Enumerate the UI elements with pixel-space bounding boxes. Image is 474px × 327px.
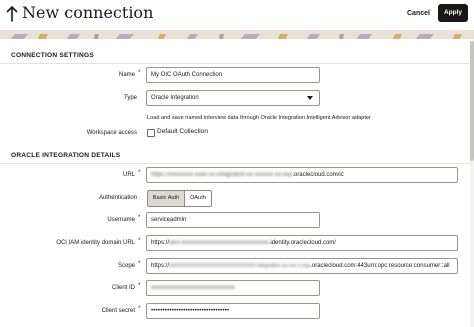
decorative-banner: [0, 30, 474, 39]
oci-iam-url-label: OCI IAM identity domain URL: [56, 240, 135, 246]
client-id-input[interactable]: xxxxxxxxxxxxxxxxxxxxxxxxxxxx: [146, 280, 320, 296]
scope-label: Scope: [117, 263, 135, 269]
chevron-down-icon: [307, 96, 313, 100]
scope-input[interactable]: https://XXXXXXXXXXXXXXXXXXXXXXXXXX.integ…: [146, 258, 458, 274]
scope-suffix: .oraclecloud.com:443urn:opc:resource:con…: [310, 263, 450, 269]
url-label: URL: [122, 172, 135, 178]
type-help-text: Load and save named interview data throu…: [147, 115, 371, 121]
divider: [0, 63, 470, 64]
scope-masked: XXXXXXXXXXXXXXXXXXXXXXXXXX.integration.u…: [169, 263, 311, 269]
authentication-label: Authentication: [98, 195, 137, 201]
client-secret-input[interactable]: ••••••••••••••••••••••••••••••••••: [146, 303, 320, 319]
auth-option-oauth[interactable]: OAuth: [184, 190, 212, 207]
top-bar: New connection Cancel Apply: [0, 0, 474, 31]
section-heading-oracle-integration-details: ORACLE INTEGRATION DETAILS: [11, 152, 121, 159]
section-heading-connection-settings: CONNECTION SETTINGS: [11, 52, 94, 59]
apply-button[interactable]: Apply: [438, 4, 468, 22]
oci-iam-url-suffix: .identity.oraclecloud.com/: [268, 240, 336, 246]
username-label: Username: [107, 217, 135, 223]
client-secret-label: Client secret: [101, 308, 135, 314]
url-masked-value: https://xxxxxxxx-xxxx-xx-integration-xx-…: [151, 172, 293, 178]
required-marker: *: [138, 283, 141, 289]
required-marker: *: [138, 261, 141, 267]
scope-prefix: https://: [151, 263, 170, 269]
required-marker: *: [138, 70, 141, 76]
page-title: New connection: [22, 3, 154, 22]
required-marker: *: [138, 215, 141, 221]
type-label: Type: [123, 95, 137, 101]
username-input[interactable]: serviceadmin: [146, 212, 320, 228]
required-marker: *: [138, 306, 141, 312]
client-id-masked: xxxxxxxxxxxxxxxxxxxxxxxxxxxx: [151, 285, 235, 291]
scrollbar-thumb[interactable]: [470, 41, 474, 161]
workspace-access-label: Workspace access: [86, 130, 137, 136]
required-marker: *: [138, 170, 141, 176]
default-collection-label: Default Collection: [157, 128, 208, 135]
oci-iam-url-masked: idcs-xxxxxxxxxxxxxxxxxxxxxxxxxxxxx: [169, 240, 269, 246]
divider: [0, 163, 470, 164]
default-collection-checkbox[interactable]: [147, 129, 155, 137]
oci-iam-url-input[interactable]: https://idcs-xxxxxxxxxxxxxxxxxxxxxxxxxxx…: [146, 235, 458, 251]
client-id-label: Client ID: [111, 285, 135, 291]
oci-iam-url-prefix: https://: [151, 240, 170, 246]
url-input[interactable]: https://xxxxxxxx-xxxx-xx-integration-xx-…: [146, 167, 458, 183]
auth-option-basic-auth[interactable]: Basic Auth: [147, 190, 185, 207]
arrow-up-icon[interactable]: [6, 5, 18, 23]
required-marker: *: [138, 238, 141, 244]
cancel-button[interactable]: Cancel: [407, 6, 430, 21]
type-select[interactable]: Oracle Integration: [146, 90, 320, 106]
name-label: Name: [118, 72, 135, 78]
type-select-value: Oracle Integration: [151, 95, 199, 101]
name-input[interactable]: My OIC OAuth Connection: [146, 67, 320, 83]
url-value-suffix: .oraclecloud.com/ic: [292, 172, 344, 178]
